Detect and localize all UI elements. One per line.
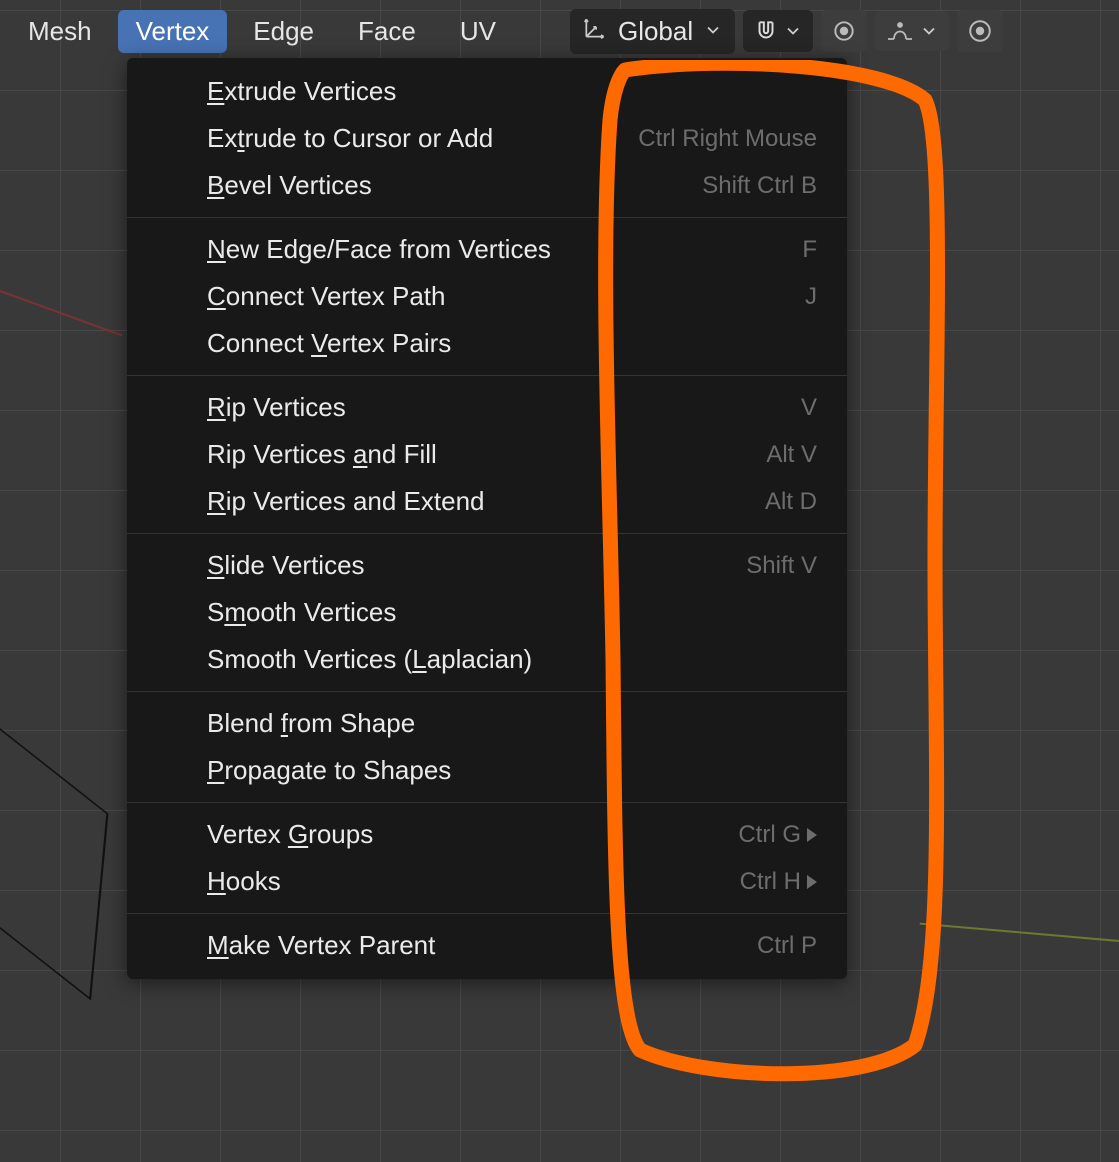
menu-item-new-edge-face-from-vertices[interactable]: New Edge/Face from Vertices F xyxy=(127,226,847,273)
menu-item-label: Extrude to Cursor or Add xyxy=(207,123,493,154)
menu-item-smooth-vertices[interactable]: Smooth Vertices xyxy=(127,589,847,636)
chevron-down-icon xyxy=(703,16,723,47)
menu-item-label: Rip Vertices and Extend xyxy=(207,486,485,517)
submenu-arrow-icon xyxy=(807,828,817,842)
menu-item-rip-vertices-and-extend[interactable]: Rip Vertices and Extend Alt D xyxy=(127,478,847,525)
menu-item-shortcut: Ctrl H xyxy=(740,868,817,896)
menu-item-shortcut: Shift V xyxy=(746,552,817,580)
menu-item-label: Bevel Vertices xyxy=(207,170,372,201)
menu-item-label: Slide Vertices xyxy=(207,550,365,581)
transform-orientation-dropdown[interactable]: Global xyxy=(570,9,735,54)
menu-item-label: Blend from Shape xyxy=(207,708,415,739)
falloff-icon xyxy=(885,19,915,43)
menu-item-label: New Edge/Face from Vertices xyxy=(207,234,551,265)
menu-item-connect-vertex-pairs[interactable]: Connect Vertex Pairs xyxy=(127,320,847,367)
proportional-editing-toggle[interactable] xyxy=(821,10,867,52)
menu-item-shortcut: Alt V xyxy=(766,441,817,469)
menu-vertex[interactable]: Vertex xyxy=(118,10,228,53)
menu-item-label: Hooks xyxy=(207,866,281,897)
menu-item-hooks[interactable]: Hooks Ctrl H xyxy=(127,858,847,905)
menu-item-rip-vertices[interactable]: Rip Vertices V xyxy=(127,384,847,431)
chevron-down-icon xyxy=(783,21,803,41)
menu-item-label: Smooth Vertices xyxy=(207,597,396,628)
menu-edge[interactable]: Edge xyxy=(235,10,332,53)
menu-item-make-vertex-parent[interactable]: Make Vertex Parent Ctrl P xyxy=(127,922,847,969)
menu-item-slide-vertices[interactable]: Slide Vertices Shift V xyxy=(127,542,847,589)
menu-item-shortcut: Ctrl P xyxy=(757,932,817,960)
magnet-icon xyxy=(753,18,779,44)
menu-item-shortcut: Ctrl G xyxy=(738,821,817,849)
menu-face[interactable]: Face xyxy=(340,10,434,53)
menu-item-shortcut: V xyxy=(801,394,817,422)
menu-item-shortcut: J xyxy=(805,283,817,311)
menu-item-extrude-vertices[interactable]: Extrude Vertices xyxy=(127,68,847,115)
snapping-dropdown[interactable] xyxy=(743,10,813,52)
menu-item-label: Smooth Vertices (Laplacian) xyxy=(207,644,532,675)
menu-separator xyxy=(127,802,847,803)
menu-separator xyxy=(127,691,847,692)
menu-uv[interactable]: UV xyxy=(442,10,514,53)
menu-separator xyxy=(127,375,847,376)
menu-item-label: Extrude Vertices xyxy=(207,76,396,107)
menu-item-blend-from-shape[interactable]: Blend from Shape xyxy=(127,700,847,747)
vertex-menu-dropdown: Extrude Vertices Extrude to Cursor or Add… xyxy=(127,58,847,979)
menu-item-label: Connect Vertex Pairs xyxy=(207,328,451,359)
menu-item-label: Propagate to Shapes xyxy=(207,755,451,786)
menu-item-propagate-to-shapes[interactable]: Propagate to Shapes xyxy=(127,747,847,794)
menu-item-vertex-groups[interactable]: Vertex Groups Ctrl G xyxy=(127,811,847,858)
menu-item-label: Rip Vertices xyxy=(207,392,346,423)
menu-item-connect-vertex-path[interactable]: Connect Vertex Path J xyxy=(127,273,847,320)
header-toolbar: MeshVertexEdgeFaceUV Global xyxy=(10,4,1109,58)
menu-item-shortcut: Ctrl Right Mouse xyxy=(638,125,817,153)
menu-item-label: Rip Vertices and Fill xyxy=(207,439,437,470)
menu-item-label: Vertex Groups xyxy=(207,819,373,850)
menu-item-label: Connect Vertex Path xyxy=(207,281,446,312)
menu-separator xyxy=(127,217,847,218)
menu-mesh[interactable]: Mesh xyxy=(10,10,110,53)
menu-item-smooth-vertices-laplacian[interactable]: Smooth Vertices (Laplacian) xyxy=(127,636,847,683)
menu-item-extrude-to-cursor-or-add[interactable]: Extrude to Cursor or Add Ctrl Right Mouse xyxy=(127,115,847,162)
viewport-overlay-toggle[interactable] xyxy=(957,10,1003,52)
proportional-icon xyxy=(831,18,857,44)
menu-item-shortcut: F xyxy=(802,236,817,264)
submenu-arrow-icon xyxy=(807,875,817,889)
chevron-down-icon xyxy=(919,21,939,41)
menu-separator xyxy=(127,913,847,914)
menu-item-shortcut: Shift Ctrl B xyxy=(702,172,817,200)
menu-item-bevel-vertices[interactable]: Bevel Vertices Shift Ctrl B xyxy=(127,162,847,209)
proportional-falloff-dropdown[interactable] xyxy=(875,11,949,51)
menu-item-shortcut: Alt D xyxy=(765,488,817,516)
menu-item-rip-vertices-and-fill[interactable]: Rip Vertices and Fill Alt V xyxy=(127,431,847,478)
menu-separator xyxy=(127,533,847,534)
orientation-label: Global xyxy=(618,16,693,47)
menu-item-label: Make Vertex Parent xyxy=(207,930,435,961)
orientation-icon xyxy=(582,15,608,48)
overlay-circle-icon xyxy=(967,18,993,44)
